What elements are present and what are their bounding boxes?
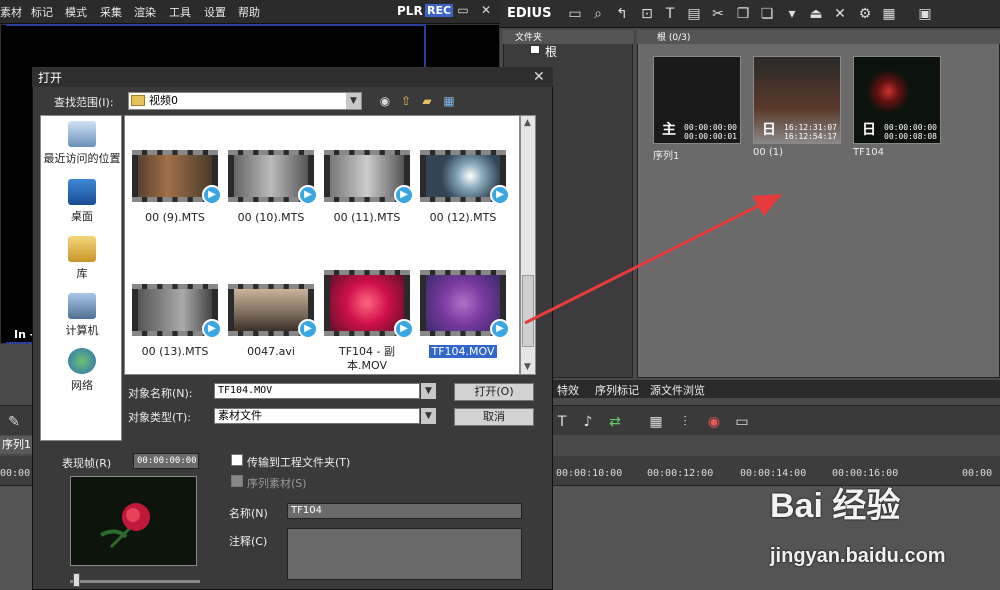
watermark-url: jingyan.baidu.com [770,545,946,567]
watermark-logo: Bai 经验 [770,487,901,525]
